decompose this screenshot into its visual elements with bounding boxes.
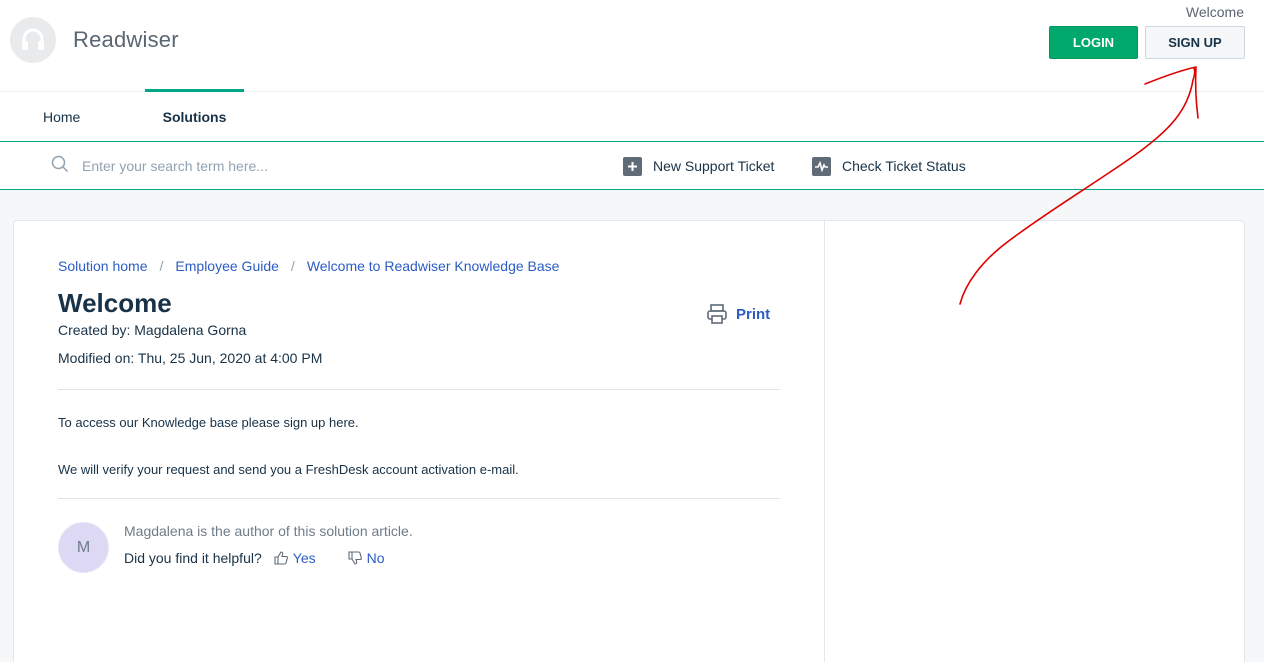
breadcrumb-solution-home[interactable]: Solution home xyxy=(58,258,148,274)
thumbs-down-icon xyxy=(348,551,362,565)
tab-home[interactable]: Home xyxy=(43,92,80,141)
search-bar: New Support Ticket Check Ticket Status xyxy=(0,142,1264,190)
printer-icon xyxy=(707,304,727,324)
divider xyxy=(58,389,780,390)
search-input[interactable] xyxy=(82,154,382,178)
breadcrumb-employee-guide[interactable]: Employee Guide xyxy=(175,258,279,274)
signup-button[interactable]: SIGN UP xyxy=(1145,26,1245,59)
author-note: Magdalena is the author of this solution… xyxy=(124,523,413,539)
created-by: Created by: Magdalena Gorna xyxy=(58,322,247,338)
header: Readwiser Welcome LOGIN SIGN UP xyxy=(0,0,1264,92)
article-paragraph: We will verify your request and send you… xyxy=(58,462,519,477)
feedback-row: Did you find it helpful? Yes No xyxy=(124,550,385,566)
welcome-text: Welcome xyxy=(1185,4,1244,20)
print-button[interactable]: Print xyxy=(706,303,770,325)
nav-tabs: Home Solutions xyxy=(0,89,1264,142)
feedback-yes-button[interactable]: Yes xyxy=(274,550,316,566)
article-title: Welcome xyxy=(58,288,172,318)
tab-solutions[interactable]: Solutions xyxy=(145,89,244,141)
new-support-ticket-link[interactable]: New Support Ticket xyxy=(623,154,774,178)
pulse-icon xyxy=(812,156,831,176)
breadcrumb-knowledge-base[interactable]: Welcome to Readwiser Knowledge Base xyxy=(307,258,560,274)
print-label: Print xyxy=(736,305,771,323)
breadcrumb-separator: / xyxy=(290,258,295,274)
logo-headset-icon[interactable] xyxy=(10,17,56,63)
feedback-no-label: No xyxy=(366,550,385,566)
check-ticket-status-label: Check Ticket Status xyxy=(842,158,966,174)
plus-icon xyxy=(623,156,642,176)
avatar: M xyxy=(58,522,109,573)
new-support-ticket-label: New Support Ticket xyxy=(653,158,775,174)
feedback-yes-label: Yes xyxy=(292,550,316,566)
check-ticket-status-link[interactable]: Check Ticket Status xyxy=(812,154,966,178)
article-card xyxy=(13,220,1245,662)
search-icon xyxy=(51,155,69,178)
feedback-no-button[interactable]: No xyxy=(348,550,385,566)
modified-on: Modified on: Thu, 25 Jun, 2020 at 4:00 P… xyxy=(58,350,323,366)
login-button[interactable]: LOGIN xyxy=(1049,26,1138,59)
divider xyxy=(58,498,780,499)
brand-name[interactable]: Readwiser xyxy=(73,27,179,53)
breadcrumb-separator: / xyxy=(159,258,164,274)
article-paragraph: To access our Knowledge base please sign… xyxy=(58,415,359,430)
feedback-question: Did you find it helpful? xyxy=(124,550,262,566)
breadcrumb: Solution home / Employee Guide / Welcome… xyxy=(58,258,559,274)
sidebar-divider xyxy=(824,221,825,662)
thumbs-up-icon xyxy=(274,551,288,565)
